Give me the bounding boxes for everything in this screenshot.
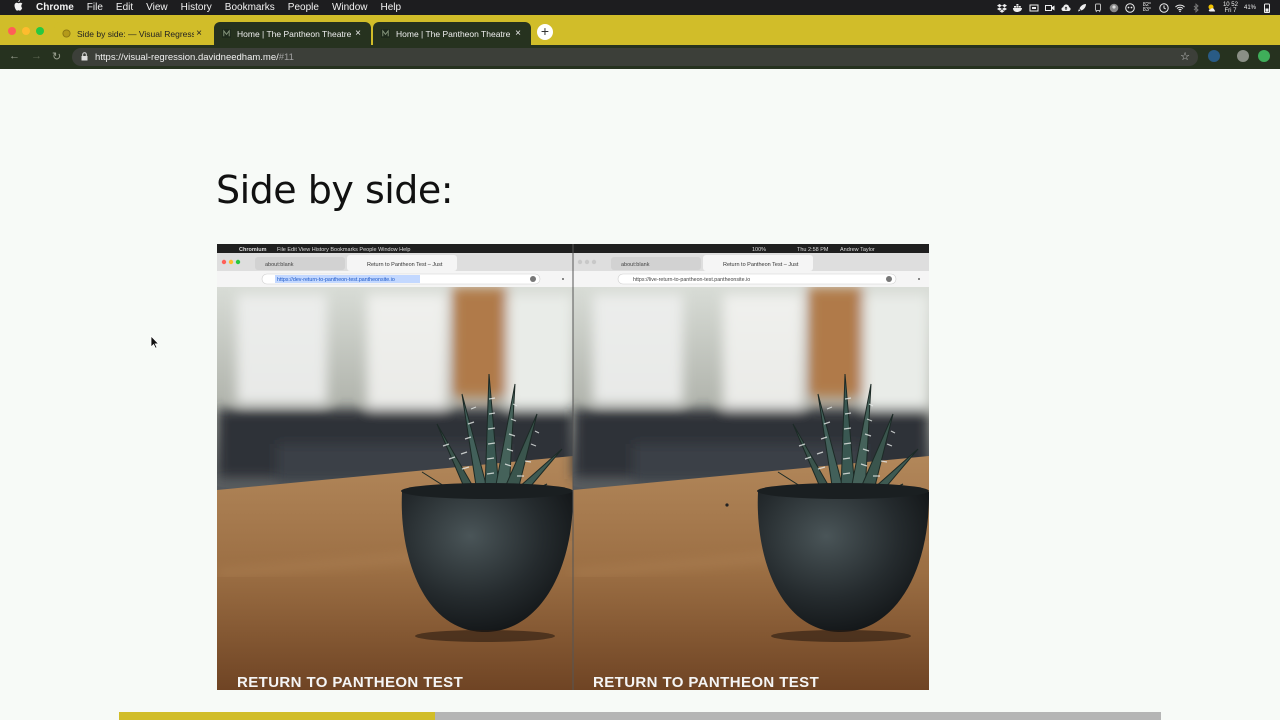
left-comparison-panel xyxy=(217,244,573,690)
new-tab-plus-icon[interactable]: + xyxy=(537,24,553,40)
train-icon[interactable] xyxy=(1093,3,1103,13)
chrome-toolbar: ← → ↻ https://visual-regression.davidnee… xyxy=(0,45,1280,69)
extension-blue-icon[interactable] xyxy=(1208,50,1220,62)
clock-circle-icon[interactable] xyxy=(1159,2,1169,13)
menu-history[interactable]: History xyxy=(181,0,212,15)
extension-cookie-icon[interactable] xyxy=(1237,50,1249,62)
temperature-readout: 82° 83° xyxy=(1141,2,1153,13)
tab-close-icon[interactable]: × xyxy=(194,28,204,39)
inner-right-url: https://live-return-to-pantheon-test.pan… xyxy=(633,277,750,283)
screen-record-icon[interactable] xyxy=(1029,3,1039,13)
address-bar[interactable]: https://visual-regression.davidneedham.m… xyxy=(72,48,1198,66)
chrome-tab-strip: Side by side: — Visual Regressi × Home |… xyxy=(0,15,1280,45)
url-hash-text: #11 xyxy=(278,51,294,63)
weather-icon[interactable] xyxy=(1207,3,1217,13)
inner-user: Andrew Taylor xyxy=(840,247,875,253)
inner-menu-items: File Edit View History Bookmarks People … xyxy=(277,247,410,253)
docker-icon[interactable] xyxy=(1012,3,1023,13)
menu-window[interactable]: Window xyxy=(332,0,368,15)
presentation-progress-bar xyxy=(119,712,1161,720)
cloud-upload-icon[interactable] xyxy=(1061,3,1071,13)
inner-right-tab1: about:blank xyxy=(621,262,650,268)
lock-icon[interactable] xyxy=(81,51,91,63)
inner-left-tab2: Return to Pantheon Test – Just xyxy=(367,262,443,268)
back-arrow-icon[interactable]: ← xyxy=(9,50,20,62)
slide-heading: Side by side: xyxy=(216,168,454,212)
tab-title: Side by side: — Visual Regressi xyxy=(77,28,194,39)
menu-file[interactable]: File xyxy=(87,0,103,15)
tab-favicon-icon xyxy=(62,29,71,38)
inner-left-url: https://dev-return-to-pantheon-test.pant… xyxy=(277,277,395,283)
menu-app-name[interactable]: Chrome xyxy=(36,0,74,15)
mouse-cursor-icon xyxy=(150,335,160,349)
forward-arrow-icon[interactable]: → xyxy=(31,50,42,62)
tab-close-icon[interactable]: × xyxy=(513,28,523,39)
url-main-text: https://visual-regression.davidneedham.m… xyxy=(95,51,279,63)
mask-icon[interactable] xyxy=(1125,2,1135,13)
minimize-window-button[interactable] xyxy=(22,27,30,35)
bookmark-star-icon[interactable]: ☆ xyxy=(1180,50,1190,63)
clock-readout[interactable]: 10 52 Fri 7 xyxy=(1223,2,1238,14)
side-by-side-image: Chromium File Edit View History Bookmark… xyxy=(217,244,929,690)
wifi-icon[interactable] xyxy=(1175,3,1185,13)
close-window-button[interactable] xyxy=(8,27,16,35)
right-caption: RETURN TO PANTHEON TEST xyxy=(593,674,820,690)
menu-help[interactable]: Help xyxy=(381,0,402,15)
rocket-icon[interactable] xyxy=(1077,3,1087,13)
inner-time: Thu 2:58 PM xyxy=(797,247,829,253)
menu-edit[interactable]: Edit xyxy=(116,0,133,15)
presentation-progress-fill xyxy=(119,712,435,720)
address-url[interactable]: https://visual-regression.davidneedham.m… xyxy=(95,52,294,63)
reload-icon[interactable]: ↻ xyxy=(52,50,61,63)
tab-close-icon[interactable]: × xyxy=(353,28,363,39)
inner-left-tab1: about:blank xyxy=(265,262,294,268)
dropbox-icon[interactable] xyxy=(996,3,1007,13)
tab-pantheon-theatre-2[interactable]: Home | The Pantheon Theatre × xyxy=(373,22,531,45)
status-bar-icons: 82° 83° 10 52 Fri 7 41% xyxy=(996,0,1272,15)
battery-icon[interactable] xyxy=(1262,3,1272,13)
menu-view[interactable]: View xyxy=(146,0,168,15)
bluetooth-icon[interactable] xyxy=(1191,2,1201,13)
macos-menu-bar: Chrome File Edit View History Bookmarks … xyxy=(0,0,1280,15)
right-comparison-panel xyxy=(573,244,929,690)
window-controls xyxy=(8,27,44,35)
temperature-line-2: 83° xyxy=(1142,7,1152,13)
menu-people[interactable]: People xyxy=(288,0,319,15)
inner-battery: 100% xyxy=(752,247,766,253)
tab-favicon-icon xyxy=(381,29,390,38)
tab-side-by-side[interactable]: Side by side: — Visual Regressi × xyxy=(54,22,212,45)
clock-line-2: Fri 7 xyxy=(1224,7,1237,14)
tab-pantheon-theatre-1[interactable]: Home | The Pantheon Theatre × xyxy=(214,22,371,45)
video-camera-icon[interactable] xyxy=(1044,3,1055,13)
battery-percent[interactable]: 41% xyxy=(1244,5,1256,11)
tab-favicon-icon xyxy=(222,29,231,38)
tab-title: Home | The Pantheon Theatre xyxy=(237,28,352,39)
profile-avatar-icon[interactable] xyxy=(1258,50,1270,62)
tab-title: Home | The Pantheon Theatre xyxy=(396,28,511,39)
inner-app-name: Chromium xyxy=(239,247,267,253)
side-by-side-screenshot: Chromium File Edit View History Bookmark… xyxy=(217,244,929,690)
menu-bookmarks[interactable]: Bookmarks xyxy=(225,0,275,15)
avatar-status-icon[interactable] xyxy=(1109,3,1119,13)
inner-right-tab2: Return to Pantheon Test – Just xyxy=(723,262,799,268)
left-caption: RETURN TO PANTHEON TEST xyxy=(237,674,464,690)
zoom-window-button[interactable] xyxy=(36,27,44,35)
apple-menu-icon[interactable] xyxy=(13,0,27,16)
